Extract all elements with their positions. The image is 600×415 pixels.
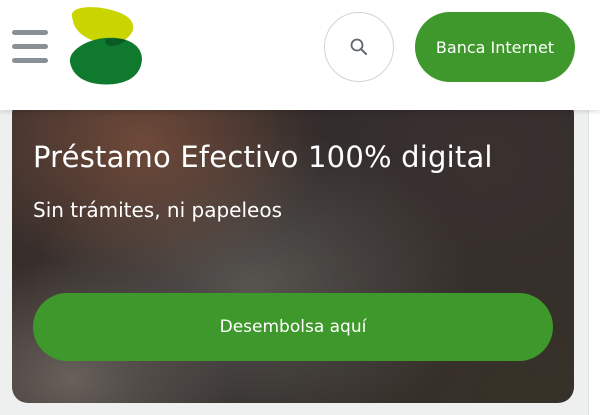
banca-internet-button[interactable]: Banca Internet bbox=[415, 12, 575, 82]
bank-logo-icon[interactable] bbox=[66, 6, 146, 88]
menu-bar bbox=[12, 30, 48, 35]
hero-title: Préstamo Efectivo 100% digital bbox=[33, 140, 493, 174]
search-icon bbox=[350, 38, 367, 55]
logo-lime-shape bbox=[71, 7, 134, 44]
menu-bar bbox=[12, 44, 48, 49]
logo-graphic bbox=[69, 7, 142, 85]
page-scrollbar[interactable] bbox=[588, 110, 600, 415]
search-button[interactable] bbox=[324, 12, 394, 82]
site-header: Banca Internet bbox=[0, 0, 600, 110]
hero-subtitle: Sin trámites, ni papeleos bbox=[33, 198, 282, 222]
desembolsa-button[interactable]: Desembolsa aquí bbox=[33, 293, 553, 361]
page: Banca Internet Préstamo Efectivo 100% di… bbox=[0, 0, 600, 415]
logo-green-shape bbox=[69, 37, 142, 85]
hamburger-menu-icon[interactable] bbox=[12, 30, 48, 64]
menu-bar bbox=[12, 58, 48, 63]
hero-banner: Préstamo Efectivo 100% digital Sin trámi… bbox=[12, 98, 574, 403]
